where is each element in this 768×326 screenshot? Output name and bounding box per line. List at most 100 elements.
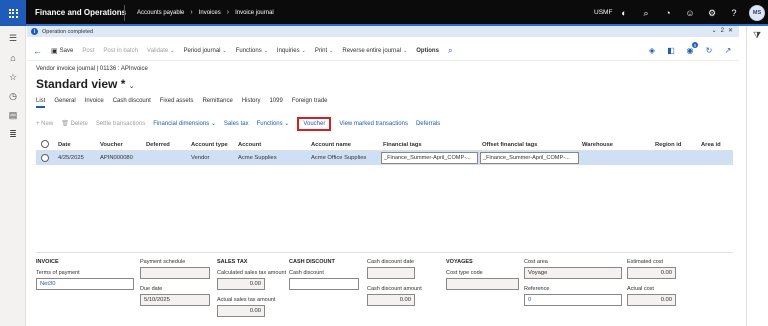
- column-header-financial-tags[interactable]: Financial tags: [383, 142, 422, 148]
- attachment-icon[interactable]: ◉ 0: [685, 42, 698, 55]
- offset-financial-tags-field[interactable]: _Finance_Summer-April_COMP-...: [480, 152, 579, 164]
- gear-icon[interactable]: ⚙: [706, 7, 718, 19]
- tab-cash-discount[interactable]: Cash discount: [113, 98, 151, 108]
- column-header-date[interactable]: Date: [58, 142, 71, 148]
- payment-schedule-field[interactable]: [140, 267, 210, 279]
- row-select-checkbox[interactable]: [41, 154, 49, 162]
- chevron-down-icon[interactable]: ⌄: [712, 27, 717, 34]
- cash-discount-date-field[interactable]: [367, 267, 415, 279]
- help-icon[interactable]: ?: [728, 7, 740, 19]
- power-apps-icon[interactable]: ◈: [647, 45, 657, 55]
- actual-sales-tax-field[interactable]: 0.00: [217, 305, 265, 317]
- print-menu[interactable]: Print ⌄: [315, 48, 334, 54]
- cell-date[interactable]: 4/25/2025: [58, 155, 84, 161]
- bell-icon[interactable]: ◔: [662, 7, 674, 19]
- tab-general[interactable]: General: [54, 98, 75, 108]
- inquiries-menu[interactable]: Inquiries ⌄: [277, 48, 306, 54]
- back-arrow-icon[interactable]: ←: [33, 46, 42, 56]
- view-marked-transactions-button[interactable]: View marked transactions: [339, 121, 408, 127]
- functions-menu[interactable]: Functions ⌄: [236, 48, 268, 54]
- new-button[interactable]: + New: [36, 121, 53, 127]
- modules-icon[interactable]: ≣: [7, 128, 19, 140]
- company-picker[interactable]: USMF: [594, 9, 612, 16]
- workspaces-icon[interactable]: ▤: [7, 109, 19, 121]
- column-header-account[interactable]: Account: [238, 142, 261, 148]
- estimated-cost-field[interactable]: 0.00: [627, 267, 676, 279]
- options-tab[interactable]: Options: [416, 48, 439, 54]
- terms-of-payment-label: Terms of payment: [36, 270, 80, 276]
- office-icon[interactable]: ◧: [666, 45, 676, 55]
- column-header-account-name[interactable]: Account name: [311, 142, 351, 148]
- delete-button[interactable]: 🗑 Delete: [61, 120, 88, 127]
- close-icon[interactable]: ✕: [728, 27, 733, 34]
- cash-discount-field[interactable]: [289, 278, 359, 290]
- actual-cost-field[interactable]: 0.00: [627, 294, 676, 306]
- validate-label: Validate: [147, 48, 169, 54]
- column-header-account-type[interactable]: Account type: [191, 142, 228, 148]
- refresh-icon[interactable]: ↻: [704, 45, 714, 55]
- copilot-icon[interactable]: ◐: [618, 7, 630, 19]
- column-header-warehouse[interactable]: Warehouse: [582, 142, 613, 148]
- page-title[interactable]: Standard view * ⌄: [36, 77, 135, 91]
- column-header-offset-financial-tags[interactable]: Offset financial tags: [482, 142, 537, 148]
- functions-grid-menu[interactable]: Functions ⌄: [257, 120, 290, 127]
- financial-tags-field[interactable]: _Finance_Summer-April_COMP-...: [381, 152, 478, 164]
- settle-transactions-button[interactable]: Settle transactions: [96, 121, 145, 127]
- breadcrumb-item[interactable]: Invoice journal: [235, 10, 274, 16]
- hamburger-icon[interactable]: ☰: [7, 32, 19, 44]
- chevron-right-icon: ›: [190, 9, 193, 16]
- home-icon[interactable]: ⌂: [7, 52, 19, 64]
- table-row[interactable]: 4/25/2025 APIN000080 Vendor Acme Supplie…: [36, 151, 733, 165]
- column-header-voucher[interactable]: Voucher: [100, 142, 123, 148]
- clock-icon[interactable]: ◷: [7, 90, 19, 102]
- breadcrumb-item[interactable]: Invoices: [199, 10, 221, 16]
- column-header-deferred[interactable]: Deferred: [146, 142, 170, 148]
- reverse-journal-menu[interactable]: Reverse entire journal ⌄: [342, 48, 407, 54]
- validate-button[interactable]: Validate ⌄: [147, 48, 174, 54]
- search-icon[interactable]: ⌕: [640, 7, 652, 19]
- deferrals-button[interactable]: Deferrals: [416, 121, 440, 127]
- select-all-checkbox[interactable]: [41, 140, 49, 148]
- terms-of-payment-field[interactable]: Net30: [36, 278, 134, 290]
- tab-foreign-trade[interactable]: Foreign trade: [292, 98, 328, 108]
- tab-strip: List General Invoice Cash discount Fixed…: [36, 98, 328, 108]
- voucher-button[interactable]: Voucher: [297, 116, 332, 131]
- post-in-batch-button[interactable]: Post in batch: [103, 48, 138, 54]
- period-journal-menu[interactable]: Period journal ⌄: [183, 48, 226, 54]
- search-icon[interactable]: ⌕: [448, 46, 452, 56]
- sales-tax-button[interactable]: Sales tax: [224, 121, 249, 127]
- save-button[interactable]: ▣ Save: [51, 47, 73, 55]
- tab-list[interactable]: List: [36, 98, 46, 108]
- cash-discount-amount-label: Cash discount amount: [367, 286, 422, 292]
- grid-toolbar: + New 🗑 Delete Settle transactions Finan…: [36, 116, 440, 131]
- post-button[interactable]: Post: [82, 48, 94, 54]
- cell-voucher[interactable]: APIN000080: [100, 155, 133, 161]
- column-header-region-id[interactable]: Region id: [655, 142, 681, 148]
- tab-history[interactable]: History: [242, 98, 261, 108]
- tab-remittance[interactable]: Remittance: [202, 98, 232, 108]
- app-title[interactable]: Finance and Operations: [35, 8, 126, 17]
- app-launcher-button[interactable]: [0, 0, 26, 26]
- cell-account[interactable]: Acme Supplies: [238, 155, 277, 161]
- avatar[interactable]: MS: [749, 5, 765, 21]
- tab-invoice[interactable]: Invoice: [85, 98, 104, 108]
- financial-dimensions-menu[interactable]: Financial dimensions ⌄: [153, 120, 216, 127]
- calculated-sales-tax-field[interactable]: 0.00: [217, 278, 265, 290]
- due-date-field[interactable]: 5/10/2025: [140, 294, 210, 306]
- cash-discount-amount-field[interactable]: 0.00: [367, 294, 415, 306]
- cost-area-field[interactable]: Voyage: [524, 267, 622, 279]
- breadcrumb-item[interactable]: Accounts payable: [137, 10, 184, 16]
- filter-icon[interactable]: ⧩: [753, 30, 761, 41]
- actual-sales-tax-label: Actual sales tax amount: [217, 297, 276, 303]
- column-header-area-id[interactable]: Area id: [701, 142, 721, 148]
- reference-field[interactable]: 0: [524, 294, 622, 306]
- cell-account-type[interactable]: Vendor: [191, 155, 209, 161]
- cell-account-name[interactable]: Acme Office Supplies: [311, 155, 366, 161]
- chevron-down-icon: ⌄: [210, 121, 216, 127]
- open-new-window-icon[interactable]: ↗: [723, 45, 733, 55]
- smiley-icon[interactable]: ☺: [684, 7, 696, 19]
- star-icon[interactable]: ☆: [7, 71, 19, 83]
- cost-type-code-field[interactable]: [446, 278, 519, 290]
- tab-fixed-assets[interactable]: Fixed assets: [160, 98, 194, 108]
- tab-1099[interactable]: 1099: [269, 98, 282, 108]
